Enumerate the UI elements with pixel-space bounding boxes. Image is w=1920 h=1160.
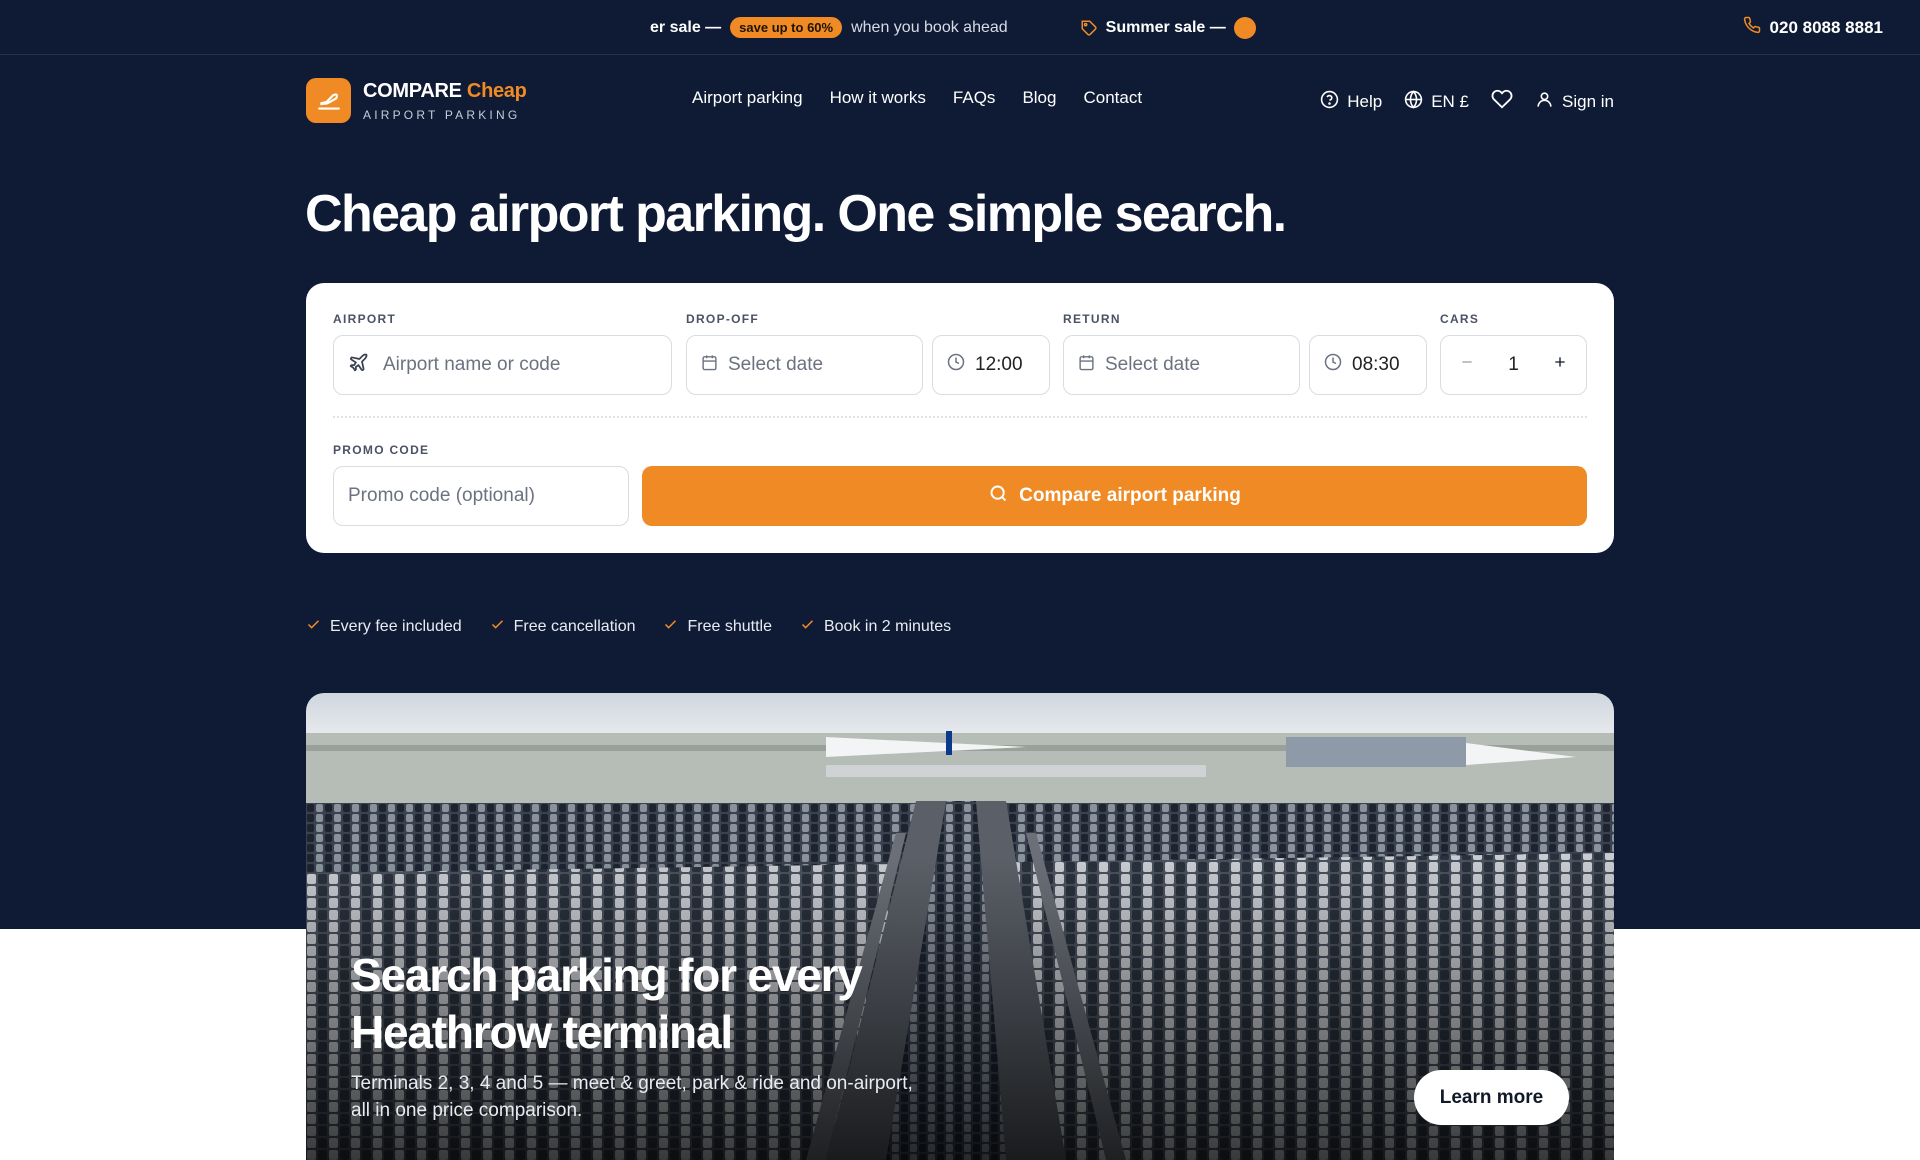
check-icon [800,617,815,637]
heart-icon [1491,88,1513,115]
brand-name: COMPARE Cheap [363,80,527,103]
promo-code-input[interactable]: Promo code (optional) [333,466,629,526]
benefit-item: Book in 2 minutes [800,617,951,637]
airport-input[interactable]: Airport name or code [333,335,672,395]
promo-placeholder: Promo code (optional) [348,485,535,506]
search-icon [988,483,1009,510]
feature-subtitle-line2: all in one price comparison. [351,1100,583,1121]
plane-icon [348,352,369,379]
sign-in-label: Sign in [1562,91,1614,111]
globe-icon [1404,89,1423,114]
benefit-label: Free shuttle [687,618,772,635]
divider [333,416,1587,418]
compare-button-label: Compare airport parking [1019,485,1241,506]
tag-icon [1080,19,1098,37]
nav-how-it-works[interactable]: How it works [830,88,926,108]
search-form: AIRPORT Airport name or code DROP-OFF Se… [306,283,1614,553]
brand-name-part1: COMPARE [363,79,462,102]
promo-bar: er sale — save up to 60% when you book a… [0,0,1920,55]
ticker-next: Summer sale — [1105,18,1226,36]
check-icon [490,617,505,637]
compare-button[interactable]: Compare airport parking [642,466,1587,526]
benefit-label: Free cancellation [513,618,636,635]
feature-subtitle: Terminals 2, 3, 4 and 5 — meet & greet, … [351,1070,951,1124]
return-time-value: 08:30 [1352,354,1400,375]
feature-title-line1: Search parking for every [351,949,863,1001]
calendar-icon [701,354,718,377]
dropoff-time-value: 12:00 [975,354,1023,375]
plane-logo-icon [306,78,351,123]
language-label: EN £ [1431,91,1470,111]
return-date-input[interactable]: Select date [1063,335,1300,395]
dropoff-date-placeholder: Select date [728,354,824,375]
favourites-button[interactable] [1491,88,1513,115]
phone-icon [1743,16,1761,39]
nav-blog[interactable]: Blog [1022,88,1056,108]
clock-icon [1324,353,1342,377]
hero-headline: Cheap airport parking. One simple search… [305,185,1287,243]
ticker-text: when you book ahead [851,18,1008,36]
benefit-label: Every fee included [330,618,462,635]
sign-in-button[interactable]: Sign in [1535,90,1614,114]
return-time-select[interactable]: 08:30 [1309,335,1427,395]
check-icon [306,617,321,637]
clock-icon [947,353,965,377]
promo-ticker: er sale — save up to 60% when you book a… [650,0,1270,55]
user-icon [1535,90,1554,114]
sale-badge: save up to 60% [730,17,843,38]
feature-subtitle-line1: Terminals 2, 3, 4 and 5 — meet & greet, … [351,1073,913,1094]
benefit-item: Free cancellation [490,617,636,637]
calendar-icon [1078,354,1095,377]
brand-tagline: AIRPORT PARKING [363,107,521,122]
cars-stepper[interactable]: 1 [1440,335,1587,395]
feature-title-line2: Heathrow terminal [351,1006,733,1058]
benefits-list: Every fee included Free cancellation Fre… [306,617,951,637]
brand-logo[interactable]: COMPARE Cheap AIRPORT PARKING [306,78,527,123]
return-date-placeholder: Select date [1105,354,1201,375]
nav-airport-parking[interactable]: Airport parking [692,88,803,108]
ticker-prefix: er sale — [650,18,722,36]
phone-number: 020 8088 8881 [1769,17,1883,37]
benefit-item: Every fee included [306,617,462,637]
phone-link[interactable]: 020 8088 8881 [1743,0,1883,55]
learn-more-button[interactable]: Learn more [1414,1070,1569,1125]
airport-label: AIRPORT [333,312,397,326]
language-currency-button[interactable]: EN £ [1404,89,1470,114]
nav-contact[interactable]: Contact [1083,88,1142,108]
dropoff-time-select[interactable]: 12:00 [932,335,1050,395]
dropoff-label: DROP-OFF [686,312,760,326]
utility-nav: Help EN £ Sign in [1320,88,1614,115]
help-icon [1320,90,1339,114]
plus-icon[interactable] [1552,354,1568,376]
benefit-item: Free shuttle [663,617,772,637]
brand-name-part2: Cheap [466,79,527,102]
main-nav: Airport parking How it works FAQs Blog C… [692,88,1142,108]
cars-value: 1 [1508,354,1519,375]
sale-badge-partial [1233,16,1256,39]
check-icon [663,617,678,637]
feature-card: Search parking for every Heathrow termin… [306,693,1614,1160]
return-label: RETURN [1063,312,1121,326]
dropoff-date-input[interactable]: Select date [686,335,923,395]
benefit-label: Book in 2 minutes [823,618,952,635]
promo-label: PROMO CODE [333,443,430,457]
help-label: Help [1347,91,1383,111]
cars-label: CARS [1440,312,1480,326]
airport-placeholder: Airport name or code [383,354,561,375]
feature-title: Search parking for every Heathrow termin… [351,947,1051,1061]
nav-faqs[interactable]: FAQs [953,88,996,108]
minus-icon[interactable] [1459,354,1475,376]
help-button[interactable]: Help [1320,90,1382,114]
